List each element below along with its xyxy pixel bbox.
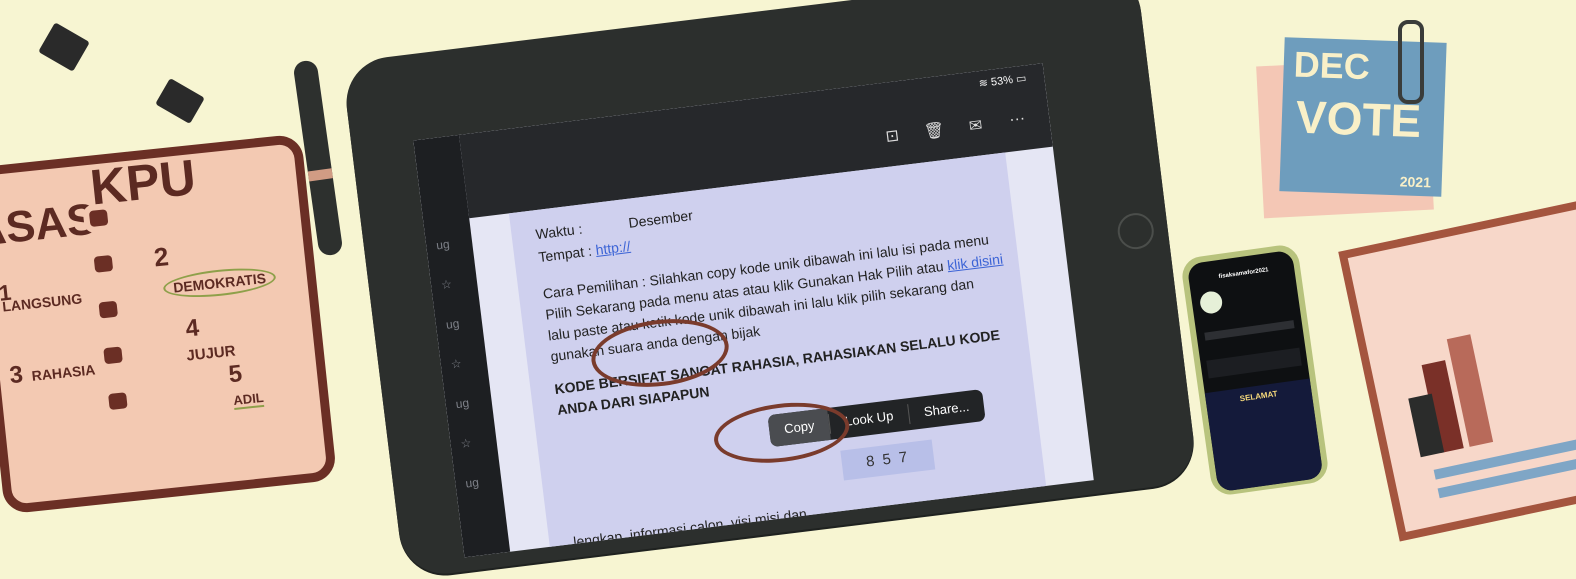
- battery-percent: 53%: [990, 74, 1014, 89]
- phone-device: fisaksamafor2021 SELAMAT: [1179, 242, 1331, 498]
- notebook-item-adil: ADIL: [232, 389, 265, 410]
- sidebar-fragment: ug: [445, 316, 461, 332]
- star-icon[interactable]: ☆: [440, 277, 452, 292]
- binder-clip-icon: [38, 22, 90, 72]
- paperclip-icon: [1398, 20, 1424, 104]
- notebook-illustration: KPU ASAS 1 LANGSUNG 2 DEMOKRATIS 3 RAHAS…: [0, 133, 338, 515]
- notebook-num-2: 2: [152, 241, 171, 273]
- binder-clip-icon: [155, 78, 205, 124]
- follow-button[interactable]: [1204, 320, 1295, 341]
- phone-screen: fisaksamafor2021 SELAMAT: [1186, 249, 1324, 493]
- sidebar-fragment: ug: [435, 236, 451, 253]
- mail-icon[interactable]: ✉: [965, 115, 987, 136]
- notebook-rings: [82, 202, 139, 465]
- tablet-screen: ug ☆ ug ☆ ug ☆ ug ≋ 53% ▭ ⊡ 🗑 ✉ ··· Wakt…: [413, 63, 1094, 558]
- note-year: 2021: [1399, 173, 1432, 191]
- tempat-link[interactable]: http://: [595, 238, 632, 258]
- star-icon[interactable]: ☆: [460, 436, 472, 451]
- notebook-num-5: 5: [227, 360, 244, 389]
- notebook-num-3: 3: [8, 360, 25, 390]
- sidebar-fragment: ug: [464, 475, 480, 491]
- story-highlights: [1206, 347, 1302, 379]
- avatar: [1198, 290, 1224, 315]
- wifi-icon: ≋: [978, 77, 989, 91]
- notebook-item-demokratis: DEMOKRATIS: [162, 263, 278, 302]
- archive-icon[interactable]: ⊡: [881, 125, 903, 146]
- post-image: SELAMAT: [1204, 378, 1324, 493]
- chart-paper-illustration: [1338, 194, 1576, 542]
- email-body: Waktu : Desember Tempat : http:// Cara P…: [508, 152, 1047, 551]
- trash-icon[interactable]: 🗑: [923, 120, 945, 141]
- note-dec: DEC: [1293, 43, 1371, 88]
- klik-disini-link[interactable]: klik disini: [946, 251, 1004, 274]
- star-icon[interactable]: ☆: [450, 356, 462, 371]
- battery-icon: ▭: [1015, 72, 1028, 86]
- post-greeting: SELAMAT: [1239, 389, 1279, 404]
- more-icon[interactable]: ···: [1006, 110, 1028, 130]
- notebook-item-rahasia: RAHASIA: [30, 361, 97, 384]
- status-bar: ≋ 53% ▭: [978, 71, 1027, 90]
- notebook-num-4: 4: [184, 314, 201, 343]
- tempat-label: Tempat :: [537, 242, 593, 266]
- bottom-text: lengkap, informasi calon, visi misi dan: [572, 505, 808, 550]
- profile-title: fisaksamafor2021: [1218, 267, 1270, 281]
- sidebar-fragment: ug: [454, 395, 470, 412]
- home-button[interactable]: [1115, 211, 1156, 252]
- notebook-item-langsung: LANGSUNG: [1, 290, 83, 315]
- tablet-device: ug ☆ ug ☆ ug ☆ ug ≋ 53% ▭ ⊡ 🗑 ✉ ··· Wakt…: [341, 0, 1199, 579]
